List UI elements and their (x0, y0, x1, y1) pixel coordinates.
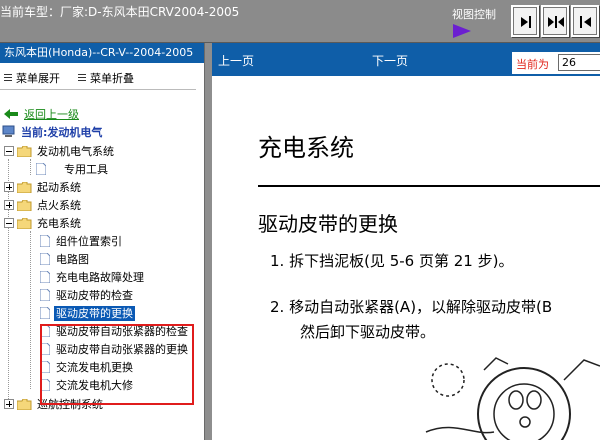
window-title: 当前车型：厂家:D-东风本田CRV2004-2005 (0, 5, 240, 19)
collapse-left-icon (521, 16, 531, 28)
tree-node[interactable]: 点火系统 (4, 196, 83, 214)
menu-divider (0, 89, 196, 90)
collapse-left-button[interactable] (511, 5, 539, 37)
section-heading: 充电系统 (258, 134, 354, 162)
step-2-line-2: 然后卸下驱动皮带。 (300, 323, 436, 341)
view-control-arrow-icon (453, 24, 471, 38)
tree-node[interactable]: 充电系统 (4, 214, 83, 232)
document-icon (35, 162, 47, 176)
document-content: 充电系统 驱动皮带的更换 1. 拆下挡泥板(见 5-6 页第 21 步)。 2.… (214, 78, 600, 440)
tree-leaf[interactable]: 驱动皮带的检查 (39, 286, 135, 304)
tree-line (30, 231, 31, 389)
menu-toolbar: 菜单展开 菜单折叠 (0, 67, 204, 85)
procedure-title: 驱动皮带的更换 (258, 212, 398, 236)
split-view-button[interactable] (541, 5, 569, 37)
title-bar: 当前车型：厂家:D-东风本田CRV2004-2005 视图控制 (0, 0, 600, 43)
panel-splitter[interactable] (204, 43, 212, 440)
view-control-label: 视图控制 (452, 8, 496, 21)
tree-leaf[interactable]: 充电电路故障处理 (39, 268, 146, 286)
heading-rule (258, 185, 600, 187)
drive-belt-illustration (425, 357, 600, 440)
document-icon (39, 252, 51, 266)
step-1: 1. 拆下挡泥板(见 5-6 页第 21 步)。 (270, 252, 514, 270)
menu-lines-icon (4, 74, 12, 82)
menu-collapse-button[interactable]: 菜单折叠 (78, 70, 134, 86)
tree-leaf[interactable]: 专用工具 (35, 160, 110, 178)
computer-icon (2, 125, 15, 137)
tree-line (30, 159, 31, 175)
left-panel-header: 东风本田(Honda)--CR-V--2004-2005 (0, 43, 204, 63)
menu-collapse-label: 菜单折叠 (90, 72, 134, 85)
expand-icon[interactable] (4, 182, 14, 192)
current-node-label: 当前:发动机电气 (2, 123, 104, 141)
current-page-label: 当前为 (516, 58, 549, 71)
folder-open-icon (16, 145, 32, 157)
next-page-link[interactable]: 下一页 (372, 52, 408, 69)
document-icon (39, 270, 51, 284)
highlight-annotation-box (40, 324, 194, 405)
current-page-input[interactable] (558, 54, 600, 71)
page-navigation-bar: 上一页 下一页 当前为 (212, 43, 600, 76)
folder-icon (16, 181, 32, 193)
document-icon (39, 288, 51, 302)
expand-icon[interactable] (4, 200, 14, 210)
tree-leaf[interactable]: 组件位置索引 (39, 232, 124, 250)
document-icon (39, 234, 51, 248)
prev-page-link[interactable]: 上一页 (218, 52, 254, 69)
back-link[interactable]: 返回上一级 (4, 105, 81, 123)
back-arrow-icon (4, 109, 18, 119)
tree-leaf-selected[interactable]: 驱动皮带的更换 (39, 304, 135, 322)
collapse-icon[interactable] (4, 218, 14, 228)
collapse-icon[interactable] (4, 146, 14, 156)
menu-lines-icon (78, 74, 86, 82)
menu-expand-button[interactable]: 菜单展开 (4, 70, 60, 86)
step-2-line-1: 2. 移动自动张紧器(A)，以解除驱动皮带(B (270, 298, 553, 316)
document-icon (39, 306, 51, 320)
tree-leaf[interactable]: 电路图 (39, 250, 91, 268)
left-panel: 东风本田(Honda)--CR-V--2004-2005 菜单展开 菜单折叠 返… (0, 43, 204, 440)
folder-icon (16, 398, 32, 410)
current-page-box: 当前为 (512, 52, 600, 74)
menu-expand-label: 菜单展开 (16, 72, 60, 85)
expand-right-button[interactable] (571, 5, 599, 37)
split-view-icon (548, 16, 564, 28)
folder-open-icon (16, 217, 32, 229)
folder-icon (16, 199, 32, 211)
expand-right-icon (580, 16, 591, 28)
tree-node[interactable]: 起动系统 (4, 178, 83, 196)
tree-node[interactable]: 发动机电气系统 (4, 142, 116, 160)
expand-icon[interactable] (4, 399, 14, 409)
